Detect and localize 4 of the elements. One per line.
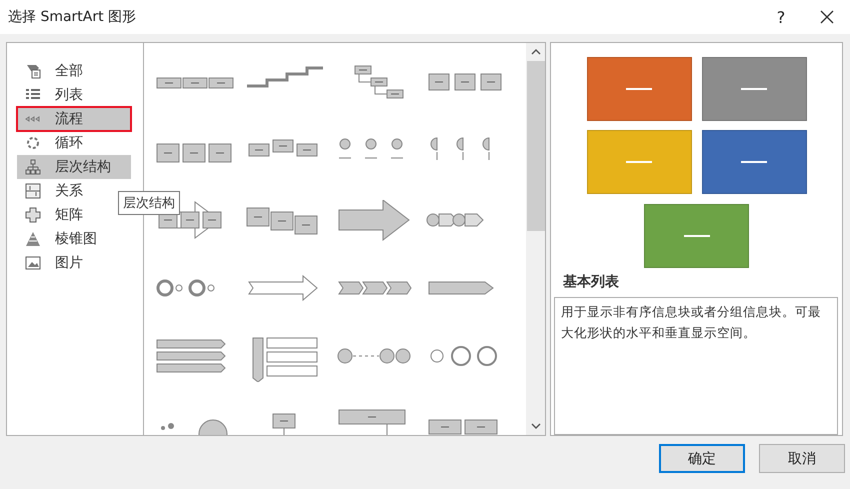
window-title: 选择 SmartArt 图形 (8, 8, 136, 26)
description-box: 用于显示非有序信息块或者分组信息块。可最大化形状的水平和垂直显示空间。 (554, 297, 838, 435)
tooltip: 层次结构 (118, 191, 180, 215)
layout-title: 基本列表 (563, 273, 620, 291)
